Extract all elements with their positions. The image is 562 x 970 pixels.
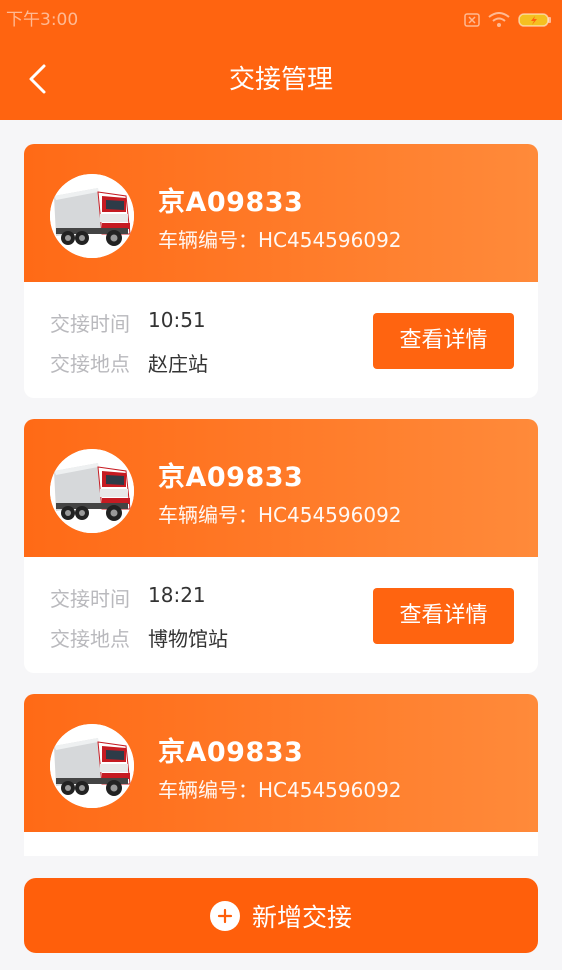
handover-location-label: 交接地点: [50, 352, 130, 376]
handover-time-label: 交接时间: [50, 587, 130, 611]
truck-avatar: [50, 449, 134, 533]
card-body: [24, 832, 538, 856]
handover-time-label: 交接时间: [50, 312, 130, 336]
handover-location-row: 交接地点 博物馆站: [50, 623, 228, 652]
status-bar: 下午3:00: [0, 0, 562, 40]
card-body: 交接时间 10:51 交接地点 赵庄站 查看详情: [24, 282, 538, 398]
truck-avatar: [50, 724, 134, 808]
status-icons: [464, 0, 552, 40]
truck-avatar: [50, 174, 134, 258]
vehicle-number: 车辆编号：HC454596092: [158, 228, 402, 252]
handover-time-row: 交接时间 18:21: [50, 583, 206, 612]
back-arrow-icon: [29, 64, 46, 94]
handover-list[interactable]: 京A09833 车辆编号：HC454596092 交接时间 10:51 交接地点…: [24, 144, 538, 856]
add-handover-label: 新增交接: [251, 902, 352, 932]
plus-circle-icon: [209, 900, 240, 931]
card-header: 京A09833 车辆编号：HC454596092: [24, 419, 538, 557]
vehicle-number: 车辆编号：HC454596092: [158, 503, 402, 527]
handover-time-value: 10:51: [148, 308, 206, 332]
page-title: 交接管理: [228, 65, 333, 95]
handover-location-label: 交接地点: [50, 627, 130, 651]
back-button[interactable]: [14, 56, 60, 102]
view-details-button[interactable]: 查看详情: [373, 588, 514, 644]
card-header: 京A09833 车辆编号：HC454596092: [24, 694, 538, 832]
card-body: 交接时间 18:21 交接地点 博物馆站 查看详情: [24, 557, 538, 673]
handover-time-row: 交接时间 10:51: [50, 308, 206, 337]
handover-card: 京A09833 车辆编号：HC454596092: [24, 694, 538, 856]
truck-icon: [50, 449, 134, 533]
handover-card: 京A09833 车辆编号：HC454596092 交接时间 10:51 交接地点…: [24, 144, 538, 398]
card-header: 京A09833 车辆编号：HC454596092: [24, 144, 538, 282]
handover-location-value: 博物馆站: [148, 627, 228, 651]
sim-icon: [464, 13, 480, 27]
status-time: 下午3:00: [6, 10, 79, 30]
handover-location-row: 交接地点 赵庄站: [50, 348, 208, 377]
battery-icon: [518, 13, 551, 27]
truck-icon: [50, 724, 134, 808]
view-details-button[interactable]: 查看详情: [373, 313, 514, 369]
plate-number: 京A09833: [158, 462, 304, 493]
handover-time-value: 18:21: [148, 583, 206, 607]
truck-icon: [50, 174, 134, 258]
handover-location-value: 赵庄站: [148, 352, 208, 376]
plate-number: 京A09833: [158, 187, 304, 218]
add-handover-button[interactable]: 新增交接: [24, 878, 538, 953]
handover-card: 京A09833 车辆编号：HC454596092 交接时间 18:21 交接地点…: [24, 419, 538, 673]
app-header: 交接管理: [0, 40, 562, 120]
vehicle-number: 车辆编号：HC454596092: [158, 778, 402, 802]
wifi-icon: [488, 12, 510, 27]
plate-number: 京A09833: [158, 737, 304, 768]
